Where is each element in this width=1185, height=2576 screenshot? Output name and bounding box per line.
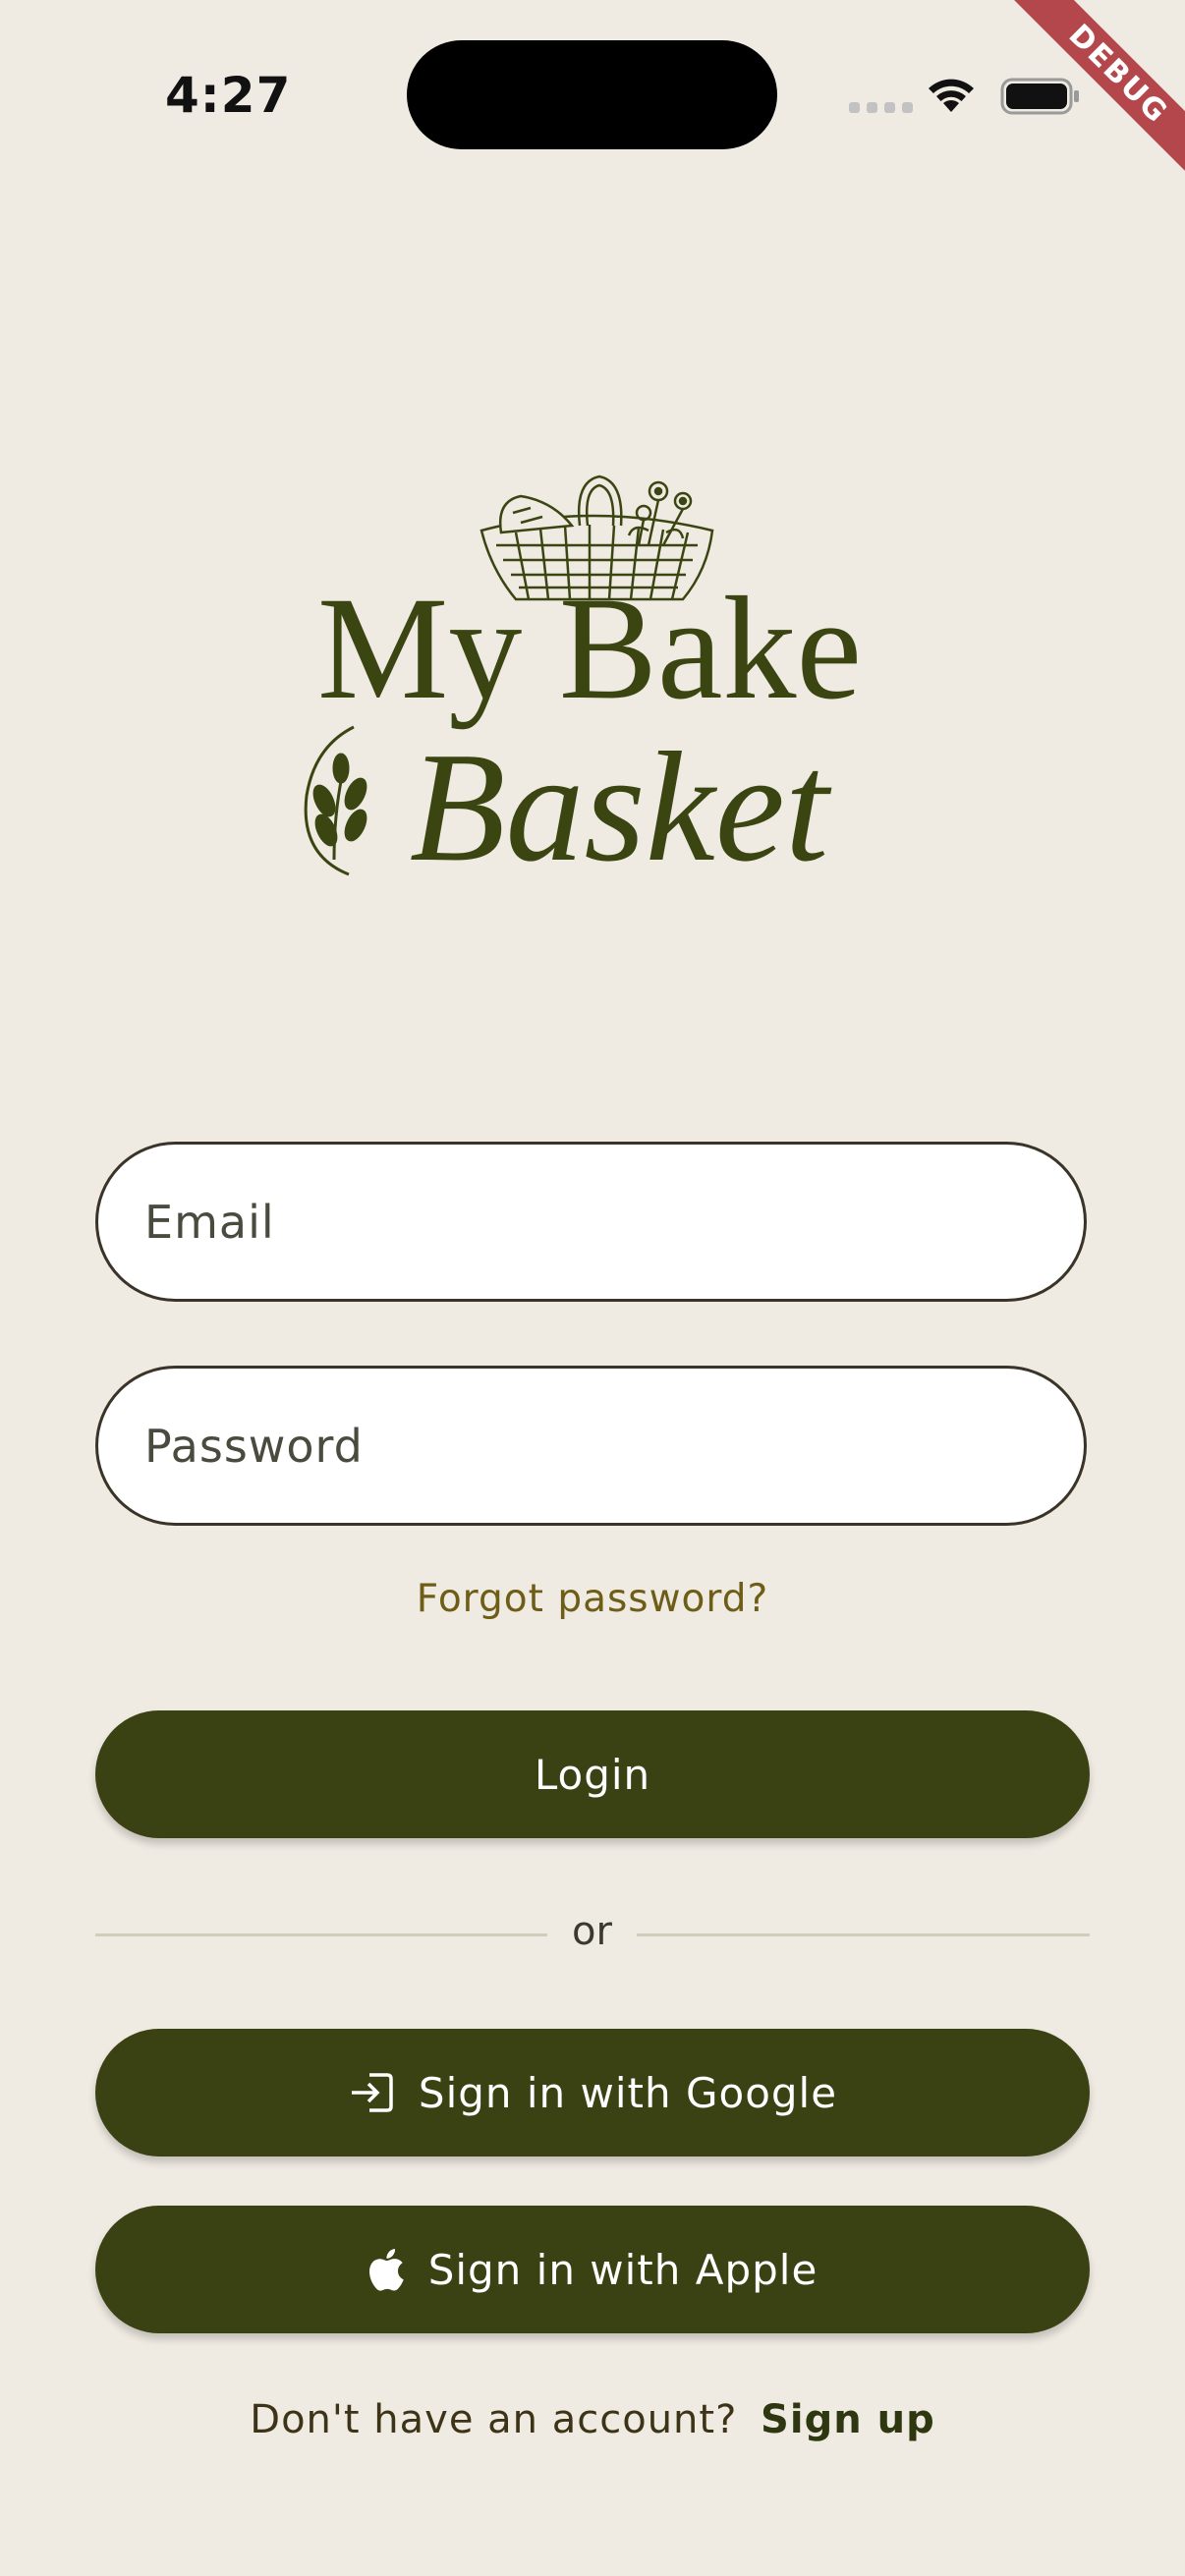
password-field[interactable] — [95, 1366, 1087, 1526]
email-input[interactable] — [98, 1145, 1084, 1299]
apple-icon — [368, 2249, 404, 2291]
battery-icon — [1000, 78, 1079, 115]
logo-text-my-bake: My Bake — [317, 567, 862, 730]
signup-row: Don't have an account? Sign up — [0, 2397, 1185, 2442]
wifi-icon — [929, 79, 974, 112]
logo-text-basket: Basket — [410, 719, 832, 894]
email-field[interactable] — [95, 1142, 1087, 1302]
status-time: 4:27 — [165, 67, 292, 124]
sign-in-google-label: Sign in with Google — [418, 2068, 838, 2117]
sign-up-link[interactable]: Sign up — [761, 2397, 935, 2442]
cellular-signal-icon — [849, 102, 913, 113]
sign-in-apple-label: Sign in with Apple — [427, 2245, 818, 2294]
login-button-label: Login — [534, 1750, 651, 1799]
signup-prompt: Don't have an account? — [250, 2397, 738, 2442]
app-logo: My Bake Basket — [304, 475, 862, 894]
wheat-icon — [304, 725, 367, 876]
sign-in-apple-button[interactable]: Sign in with Apple — [95, 2206, 1090, 2333]
divider-line-right — [637, 1933, 1090, 1936]
login-arrow-icon — [351, 2073, 393, 2112]
login-button[interactable]: Login — [95, 1710, 1090, 1838]
dynamic-island — [407, 40, 777, 149]
password-input[interactable] — [98, 1369, 1084, 1523]
forgot-password-link[interactable]: Forgot password? — [0, 1577, 1185, 1621]
divider-or-label: or — [572, 1909, 612, 1954]
divider-line-left — [95, 1933, 547, 1936]
sign-in-google-button[interactable]: Sign in with Google — [95, 2029, 1090, 2156]
